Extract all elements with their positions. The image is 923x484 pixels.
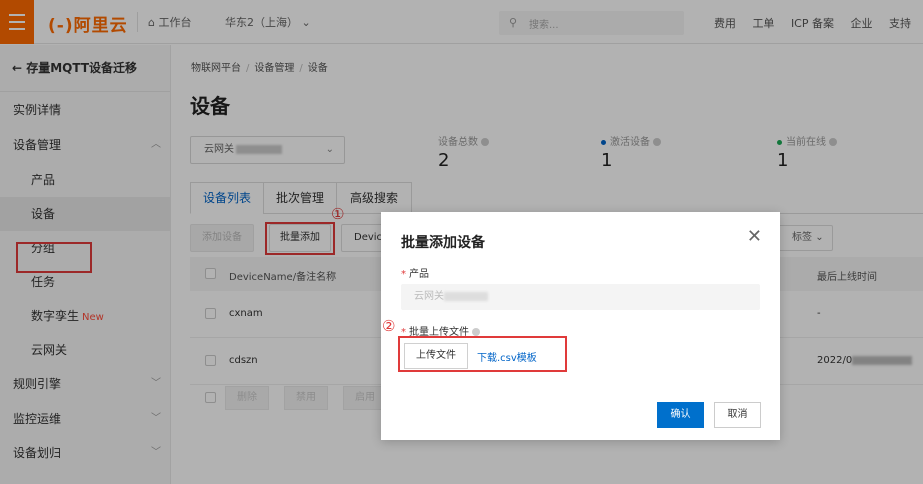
cancel-button[interactable]: 取消	[714, 402, 761, 428]
batch-add-dialog: 批量添加设备 ✕ * 产品 云网关 * 批量上传文件 上传文件 下载.csv模板 ②…	[381, 212, 780, 440]
highlight-box-upload	[398, 336, 567, 372]
redacted	[444, 291, 488, 301]
product-label-text: 产品	[409, 269, 429, 280]
product-field-label: * 产品	[401, 269, 429, 280]
confirm-button[interactable]: 确认	[657, 402, 704, 428]
dialog-title: 批量添加设备	[401, 235, 485, 251]
product-field: 云网关	[401, 284, 760, 310]
product-field-value: 云网关	[414, 291, 444, 302]
close-icon[interactable]: ✕	[747, 226, 762, 247]
step-2-marker: ②	[382, 317, 396, 335]
help-icon[interactable]	[472, 328, 480, 336]
